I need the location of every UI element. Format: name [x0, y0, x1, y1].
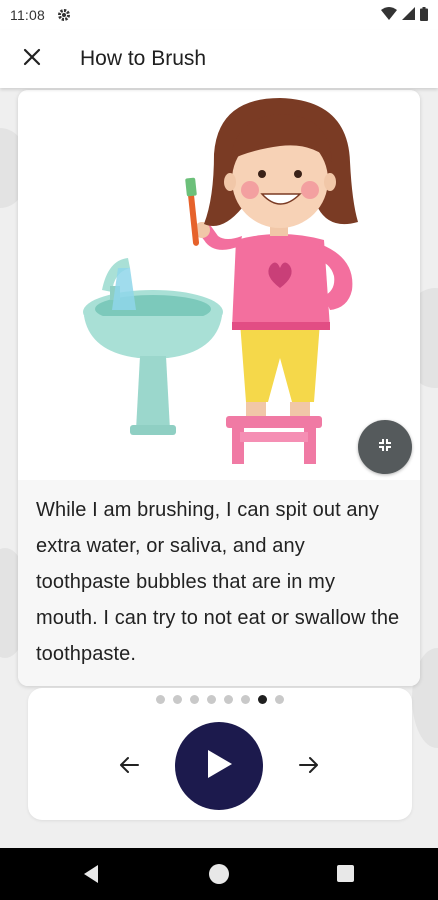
status-right-icons: [381, 7, 428, 24]
signal-icon: [402, 7, 415, 24]
page-dot: [190, 695, 199, 704]
recents-square-icon[interactable]: [337, 865, 354, 882]
page-dot: [156, 695, 165, 704]
app-bar: How to Brush: [0, 30, 438, 88]
illustration-girl-brushing: [83, 98, 358, 464]
page-dot: [241, 695, 250, 704]
previous-page-button[interactable]: [114, 752, 144, 782]
arrow-right-icon: [298, 756, 320, 779]
system-navigation-bar: [0, 848, 438, 900]
story-text-area: While I am brushing, I can spit out any …: [18, 480, 420, 686]
page-dot: [275, 695, 284, 704]
page-dot: [173, 695, 182, 704]
back-triangle-icon[interactable]: [82, 864, 100, 889]
home-circle-icon[interactable]: [209, 864, 229, 884]
wifi-icon: [381, 7, 397, 24]
page-dot-active: [258, 695, 267, 704]
story-card: While I am brushing, I can spit out any …: [18, 90, 420, 686]
page-dot: [224, 695, 233, 704]
fullscreen-button[interactable]: [358, 420, 412, 474]
page-title: How to Brush: [80, 47, 207, 70]
playback-controls: [28, 688, 412, 820]
close-icon: [23, 48, 41, 71]
next-page-button[interactable]: [294, 752, 324, 782]
story-illustration: [18, 90, 420, 480]
status-time: 11:08: [10, 7, 45, 23]
gear-icon: [57, 8, 71, 22]
story-text: While I am brushing, I can spit out any …: [36, 499, 400, 665]
fullscreen-exit-icon: [376, 436, 394, 459]
play-button[interactable]: [175, 722, 263, 810]
close-button[interactable]: [12, 39, 52, 79]
arrow-left-icon: [118, 756, 140, 779]
page-indicator: [28, 695, 412, 704]
play-icon: [204, 748, 234, 785]
page-dot: [207, 695, 216, 704]
battery-icon: [420, 7, 428, 24]
status-bar: 11:08: [0, 0, 438, 30]
